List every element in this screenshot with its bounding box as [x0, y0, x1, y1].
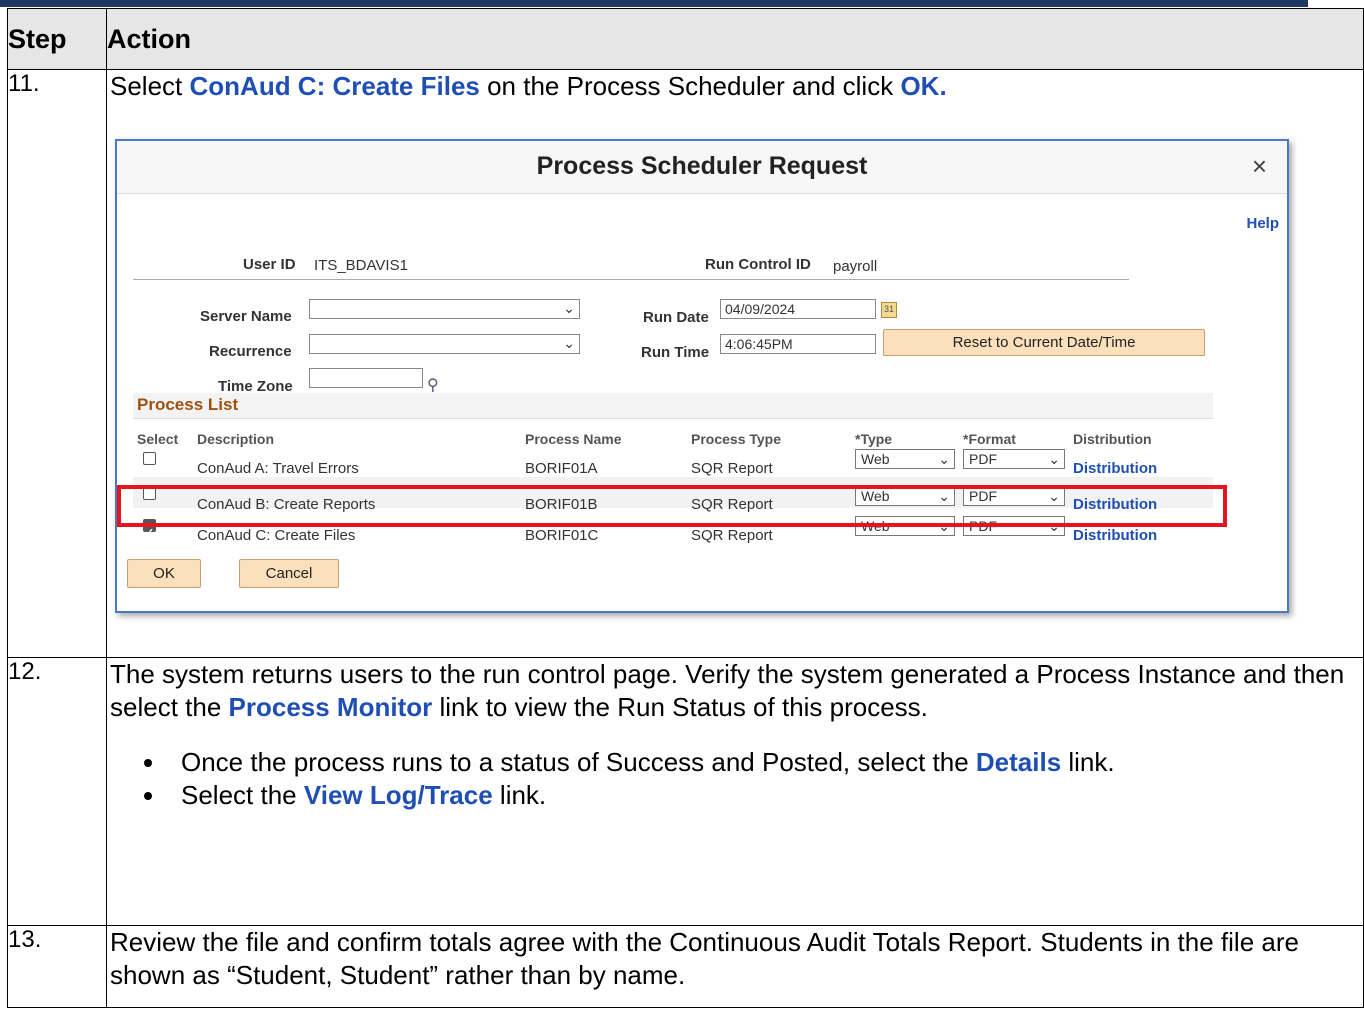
- type-value: Web: [861, 451, 890, 467]
- instruction-text: Select: [110, 71, 190, 101]
- action-cell: Review the file and confirm totals agree…: [106, 925, 1364, 1008]
- select-checkbox[interactable]: [143, 452, 156, 465]
- step-number: 13.: [7, 925, 107, 1008]
- list-item: Select the View Log/Trace link.: [167, 779, 1363, 812]
- bullet-text: Once the process runs to a status of Suc…: [181, 747, 976, 777]
- recurrence-label: Recurrence: [209, 343, 292, 360]
- chevron-down-icon: ⌄: [1048, 451, 1060, 467]
- view-log-trace-link: View Log/Trace: [303, 780, 493, 810]
- step-column-header: Step: [7, 8, 107, 70]
- run-time-input[interactable]: 4:06:45PM: [720, 334, 876, 354]
- process-list-title: Process List: [133, 393, 1213, 419]
- chevron-down-icon: ⌄: [563, 335, 575, 351]
- table-header-row: Step Action: [7, 8, 1364, 70]
- process-list: Process List Select Description Process …: [117, 393, 1227, 563]
- bullet-text: Select the: [181, 780, 304, 810]
- step-instruction: Review the file and confirm totals agree…: [110, 927, 1299, 990]
- bullet-text: link.: [492, 780, 547, 810]
- table-row: 12. The system returns users to the run …: [7, 657, 1364, 926]
- run-date-input[interactable]: 04/09/2024: [720, 299, 876, 319]
- format-value: PDF: [969, 451, 997, 467]
- top-rule-bar: [0, 0, 1308, 7]
- type-select[interactable]: Web ⌄: [855, 449, 955, 469]
- dialog-title: Process Scheduler Request: [536, 152, 868, 180]
- instruction-text: link to view the Run Status of this proc…: [432, 692, 928, 722]
- action-cell: Select ConAud C: Create Files on the Pro…: [106, 69, 1364, 658]
- calendar-icon[interactable]: 31: [881, 302, 897, 318]
- divider: [133, 279, 1129, 280]
- list-item: Once the process runs to a status of Suc…: [167, 746, 1363, 779]
- highlight-ok: OK.: [900, 71, 947, 101]
- chevron-down-icon: ⌄: [563, 300, 575, 316]
- action-cell: The system returns users to the run cont…: [106, 657, 1364, 926]
- details-link: Details: [975, 747, 1062, 777]
- procedure-table: Step Action 11. Select ConAud C: Create …: [7, 8, 1364, 1008]
- ok-button[interactable]: OK: [127, 559, 201, 588]
- user-id-value: ITS_BDAVIS1: [314, 257, 408, 274]
- table-row: 13. Review the file and confirm totals a…: [7, 925, 1364, 1008]
- step-number: 11.: [7, 69, 107, 658]
- dialog-header: Process Scheduler Request ×: [117, 141, 1287, 194]
- run-date-label: Run Date: [643, 309, 709, 326]
- format-select[interactable]: PDF ⌄: [963, 449, 1065, 469]
- highlight-box: [117, 485, 1227, 527]
- bullet-text: link.: [1061, 747, 1115, 777]
- table-row: ConAud A: Travel Errors BORIF01A SQR Rep…: [133, 444, 1213, 477]
- process-monitor-link: Process Monitor: [228, 692, 433, 722]
- run-control-label: Run Control ID: [705, 256, 811, 273]
- cancel-button[interactable]: Cancel: [239, 559, 339, 588]
- bullet-list: Once the process runs to a status of Suc…: [107, 746, 1363, 812]
- recurrence-select[interactable]: ⌄: [309, 334, 580, 354]
- help-link[interactable]: Help: [1246, 207, 1279, 240]
- highlight-process-name: ConAud C: Create Files: [189, 71, 480, 101]
- close-icon[interactable]: ×: [1252, 153, 1267, 179]
- time-zone-input[interactable]: [309, 368, 423, 388]
- process-scheduler-dialog: Process Scheduler Request × Help User ID…: [115, 139, 1289, 613]
- step-number: 12.: [7, 657, 107, 926]
- chevron-down-icon: ⌄: [938, 451, 950, 467]
- server-name-select[interactable]: ⌄: [309, 299, 580, 319]
- step-instruction: The system returns users to the run cont…: [107, 658, 1363, 724]
- step-instruction: Select ConAud C: Create Files on the Pro…: [107, 70, 1363, 103]
- table-row: 11. Select ConAud C: Create Files on the…: [7, 69, 1364, 658]
- user-id-label: User ID: [243, 256, 296, 273]
- instruction-text: on the Process Scheduler and click: [479, 71, 901, 101]
- reset-date-time-button[interactable]: Reset to Current Date/Time: [883, 329, 1205, 356]
- run-time-label: Run Time: [641, 344, 710, 361]
- server-name-label: Server Name: [200, 308, 292, 325]
- action-column-header: Action: [106, 8, 1364, 70]
